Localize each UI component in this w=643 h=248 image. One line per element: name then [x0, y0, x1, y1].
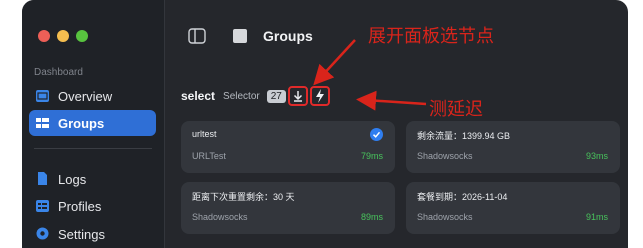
page-title: Groups	[263, 28, 313, 44]
minimize-window-button[interactable]	[57, 30, 69, 42]
zoom-window-button[interactable]	[76, 30, 88, 42]
proxy-type: Shadowsocks	[417, 212, 473, 222]
logs-icon	[36, 172, 49, 185]
expand-annotation-label: 展开面板选节点	[368, 26, 494, 47]
settings-icon	[36, 227, 49, 240]
proxy-card-reset[interactable]: 距离下次重置剩余：30 天 Shadowsocks 89ms	[181, 182, 395, 234]
close-window-button[interactable]	[38, 30, 50, 42]
proxy-name: 套餐到期：2026-11-04	[417, 192, 508, 202]
app-window: Dashboard Overview Groups Logs Profiles …	[22, 0, 628, 248]
node-count-badge: 27	[266, 89, 286, 103]
group-header: select Selector 27	[181, 86, 333, 106]
sidebar-item-logs[interactable]: Logs	[29, 166, 156, 192]
proxy-name: urltest	[192, 129, 217, 139]
group-type-label: Selector	[223, 90, 260, 102]
proxy-card-traffic[interactable]: 剩余流量：1399.94 GB Shadowsocks 93ms	[406, 121, 620, 173]
sidebar-item-label: Logs	[58, 171, 87, 187]
proxy-delay: 93ms	[585, 151, 608, 161]
group-name: select	[181, 89, 216, 103]
proxy-type: URLTest	[192, 151, 226, 161]
sidebar-section-label: Dashboard	[34, 67, 83, 78]
stop-icon[interactable]	[233, 29, 247, 48]
groups-icon	[36, 117, 49, 129]
sidebar-item-label: Profiles	[58, 198, 102, 214]
profiles-icon	[36, 200, 49, 212]
latency-annotation-label: 测延迟	[429, 99, 483, 120]
proxy-delay: 89ms	[360, 212, 383, 222]
sidebar-item-label: Groups	[58, 115, 105, 131]
sidebar-item-groups[interactable]: Groups	[29, 110, 156, 136]
proxy-delay: 79ms	[360, 151, 383, 161]
lightning-icon	[315, 89, 324, 103]
proxy-name: 距离下次重置剩余：30 天	[192, 192, 295, 202]
sidebar-toggle-icon[interactable]	[188, 28, 206, 49]
sidebar-item-settings[interactable]: Settings	[29, 221, 156, 247]
proxy-card-expiry[interactable]: 套餐到期：2026-11-04 Shadowsocks 91ms	[406, 182, 620, 234]
overview-icon	[36, 90, 49, 102]
proxy-name: 剩余流量：1399.94 GB	[417, 131, 511, 141]
sidebar-item-label: Overview	[58, 88, 113, 104]
proxy-card-urltest[interactable]: urltest URLTest 79ms	[181, 121, 395, 173]
expand-down-icon	[293, 91, 302, 102]
test-latency-button[interactable]	[309, 86, 330, 106]
expand-button[interactable]	[287, 86, 308, 106]
sidebar-item-overview[interactable]: Overview	[29, 83, 156, 109]
sidebar-item-label: Settings	[58, 226, 105, 242]
sidebar-divider	[34, 148, 152, 149]
sidebar: Dashboard Overview Groups Logs Profiles …	[22, 0, 165, 248]
proxy-type: Shadowsocks	[192, 212, 248, 222]
selected-check-icon	[370, 128, 383, 141]
proxy-type: Shadowsocks	[417, 151, 473, 161]
sidebar-item-profiles[interactable]: Profiles	[29, 193, 156, 219]
proxy-delay: 91ms	[585, 212, 608, 222]
